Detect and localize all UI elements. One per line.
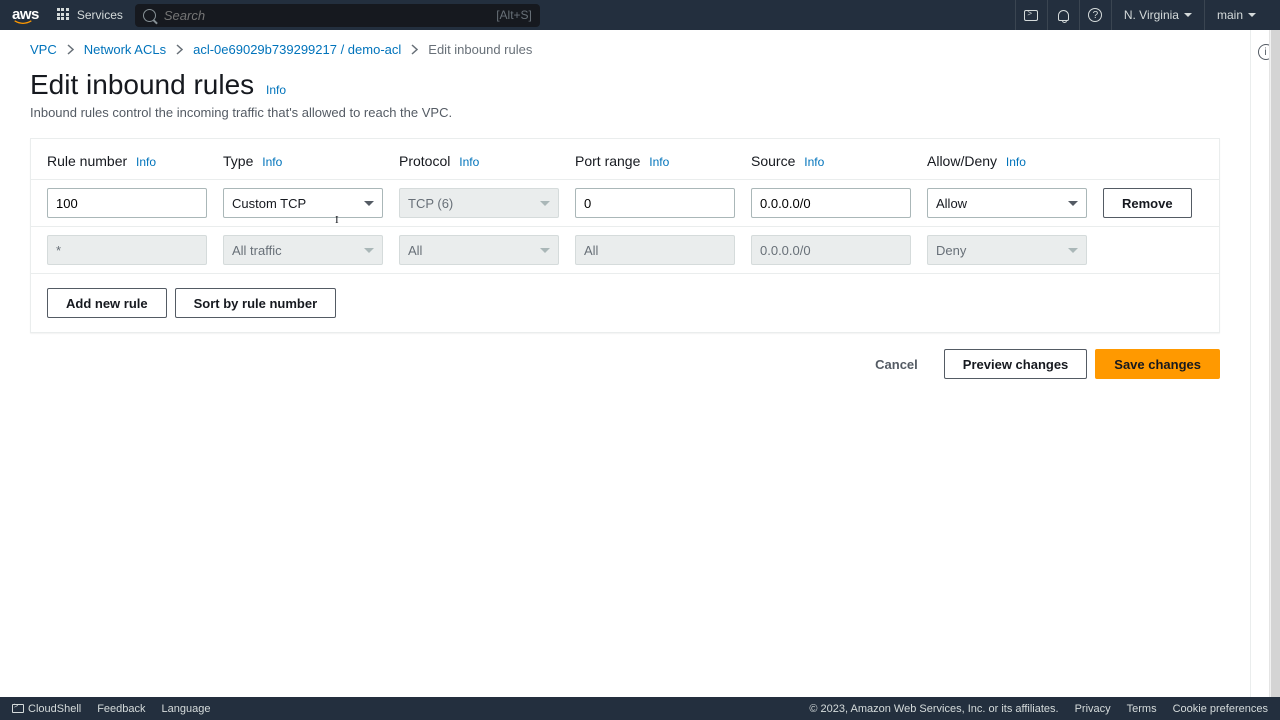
help-icon: ? <box>1088 8 1102 22</box>
text-cursor: I <box>335 214 339 226</box>
page-subtitle: Inbound rules control the incoming traff… <box>30 105 1220 120</box>
col-port-range: Port range Info <box>575 153 751 169</box>
caret-down-icon <box>1068 201 1078 206</box>
col-source: Source Info <box>751 153 927 169</box>
cloudshell-link[interactable]: CloudShell <box>12 703 81 715</box>
info-link[interactable]: Info <box>649 155 669 169</box>
services-menu[interactable]: Services <box>57 8 123 22</box>
col-allow-deny: Allow/Deny Info <box>927 153 1103 169</box>
grid-icon <box>57 8 71 22</box>
info-link[interactable]: Info <box>459 155 479 169</box>
copyright-text: © 2023, Amazon Web Services, Inc. or its… <box>809 703 1058 715</box>
caret-down-icon <box>364 201 374 206</box>
protocol-select: TCP (6) <box>399 188 559 218</box>
rule-number-input <box>47 235 207 265</box>
port-range-input <box>575 235 735 265</box>
search-input[interactable] <box>164 8 496 23</box>
page-title: Edit inbound rules <box>30 69 254 101</box>
privacy-link[interactable]: Privacy <box>1075 703 1111 715</box>
page-actions: Cancel Preview changes Save changes <box>30 349 1220 379</box>
preview-changes-button[interactable]: Preview changes <box>944 349 1088 379</box>
page-info-link[interactable]: Info <box>266 83 286 97</box>
add-rule-button[interactable]: Add new rule <box>47 288 167 318</box>
breadcrumb-acl-detail[interactable]: acl-0e69029b739299217 / demo-acl <box>193 42 401 57</box>
search-icon <box>143 9 156 22</box>
rule-row-default: All traffic All Deny <box>31 227 1219 274</box>
col-rule-number: Rule number Info <box>47 153 223 169</box>
chevron-right-icon <box>176 44 183 55</box>
chevron-right-icon <box>411 44 418 55</box>
info-link[interactable]: Info <box>1006 155 1026 169</box>
rule-number-input[interactable] <box>47 188 207 218</box>
notifications-button[interactable] <box>1047 0 1079 30</box>
caret-down-icon <box>1184 13 1192 17</box>
caret-down-icon <box>1068 248 1078 253</box>
scrollbar[interactable] <box>1269 30 1280 697</box>
bell-icon <box>1058 10 1069 21</box>
source-input <box>751 235 911 265</box>
rules-header-row: Rule number Info Type Info Protocol Info… <box>31 139 1219 180</box>
breadcrumb-acls[interactable]: Network ACLs <box>84 42 166 57</box>
terms-link[interactable]: Terms <box>1127 703 1157 715</box>
main-content: VPC Network ACLs acl-0e69029b739299217 /… <box>0 30 1250 697</box>
remove-button[interactable]: Remove <box>1103 188 1192 218</box>
breadcrumb-vpc[interactable]: VPC <box>30 42 57 57</box>
breadcrumb-current: Edit inbound rules <box>428 42 532 57</box>
cancel-button[interactable]: Cancel <box>857 349 936 379</box>
terminal-icon <box>12 704 24 713</box>
rule-row: Custom TCP TCP (6) Allow Remove I <box>31 180 1219 227</box>
source-input[interactable] <box>751 188 911 218</box>
aws-logo[interactable]: aws <box>12 6 39 25</box>
breadcrumb: VPC Network ACLs acl-0e69029b739299217 /… <box>30 42 1220 57</box>
region-selector[interactable]: N. Virginia <box>1111 0 1204 30</box>
global-search[interactable]: [Alt+S] <box>135 4 540 27</box>
help-button[interactable]: ? <box>1079 0 1111 30</box>
info-link[interactable]: Info <box>136 155 156 169</box>
bottom-bar: CloudShell Feedback Language © 2023, Ama… <box>0 697 1280 720</box>
rules-panel: Rule number Info Type Info Protocol Info… <box>30 138 1220 333</box>
type-select[interactable]: Custom TCP <box>223 188 383 218</box>
rules-footer: Add new rule Sort by rule number <box>31 274 1219 332</box>
caret-down-icon <box>1248 13 1256 17</box>
chevron-right-icon <box>67 44 74 55</box>
port-range-input[interactable] <box>575 188 735 218</box>
top-nav: aws Services [Alt+S] ? N. Virginia main <box>0 0 1280 30</box>
caret-down-icon <box>540 248 550 253</box>
save-changes-button[interactable]: Save changes <box>1095 349 1220 379</box>
search-shortcut-hint: [Alt+S] <box>496 8 532 22</box>
cloudshell-button[interactable] <box>1015 0 1047 30</box>
caret-down-icon <box>364 248 374 253</box>
col-protocol: Protocol Info <box>399 153 575 169</box>
scrollbar-thumb[interactable] <box>1271 30 1280 697</box>
language-link[interactable]: Language <box>162 703 211 715</box>
cookie-preferences-link[interactable]: Cookie preferences <box>1173 703 1268 715</box>
allow-deny-select[interactable]: Allow <box>927 188 1087 218</box>
sort-button[interactable]: Sort by rule number <box>175 288 337 318</box>
caret-down-icon <box>540 201 550 206</box>
type-select: All traffic <box>223 235 383 265</box>
account-menu[interactable]: main <box>1204 0 1268 30</box>
col-type: Type Info <box>223 153 399 169</box>
terminal-icon <box>1024 10 1038 21</box>
info-link[interactable]: Info <box>804 155 824 169</box>
info-link[interactable]: Info <box>262 155 282 169</box>
protocol-select: All <box>399 235 559 265</box>
allow-deny-select: Deny <box>927 235 1087 265</box>
feedback-link[interactable]: Feedback <box>97 703 145 715</box>
